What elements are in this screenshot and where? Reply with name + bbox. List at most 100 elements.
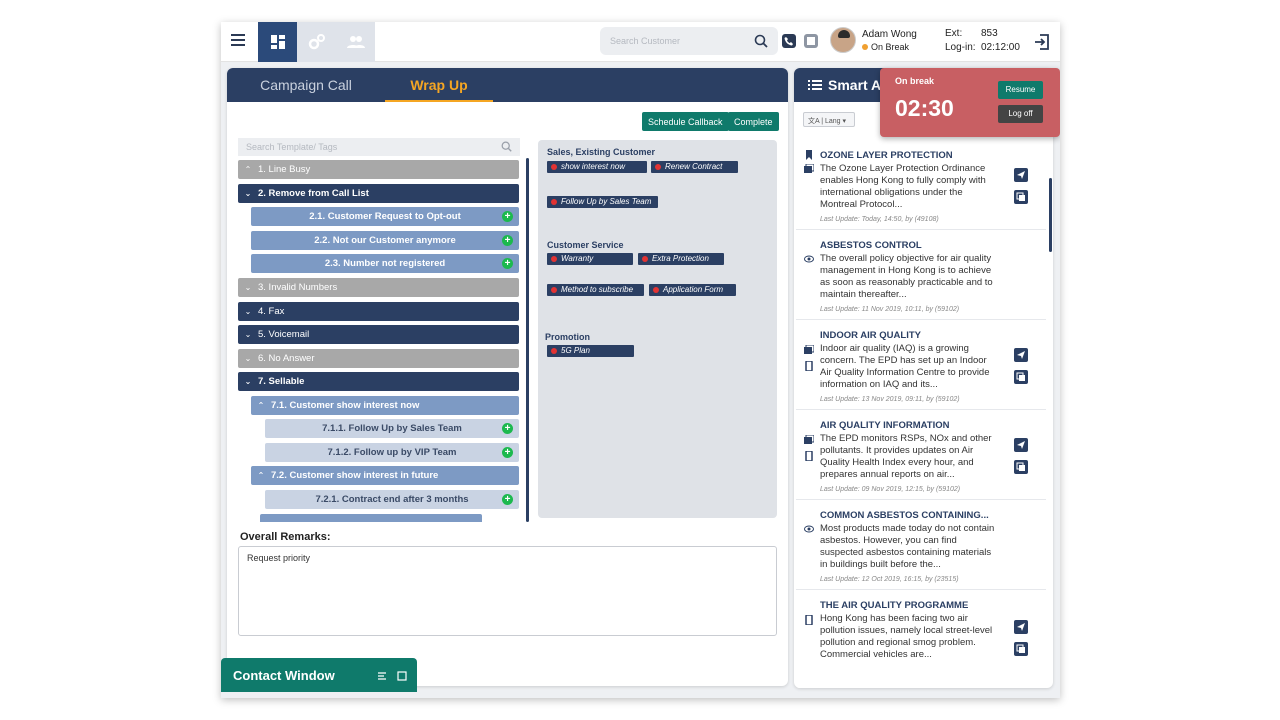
tag-chip[interactable]: show interest now: [547, 161, 647, 173]
tab-campaign-call[interactable]: Campaign Call: [227, 68, 385, 102]
kb-snippet: The EPD monitors RSPs, NOx and other pol…: [820, 433, 992, 480]
kb-meta: Last Update: 09 Nov 2019, 12:15, by (591…: [820, 486, 961, 493]
chevron-down-icon: ⌄: [244, 377, 252, 386]
window-icon[interactable]: [397, 671, 407, 681]
copy-button[interactable]: [1014, 642, 1028, 656]
kb-article[interactable]: THE AIR QUALITY PROGRAMME Hong Kong has …: [796, 592, 1046, 688]
tree-scrollbar[interactable]: [526, 158, 529, 522]
kb-article[interactable]: OZONE LAYER PROTECTION The Ozone Layer P…: [796, 142, 1046, 230]
notes-icon[interactable]: [804, 34, 818, 48]
eye-icon: [804, 525, 814, 533]
knowledge-scrollbar[interactable]: [1049, 178, 1052, 252]
kb-snippet: The Ozone Layer Protection Ordinance ena…: [820, 163, 986, 210]
tree-item[interactable]: 2.1. Customer Request to Opt-out +: [251, 207, 519, 226]
tag-chip[interactable]: Warranty: [547, 253, 633, 265]
resume-button[interactable]: Resume: [998, 81, 1043, 99]
settings-nav-button[interactable]: [297, 22, 336, 62]
tree-item-partial[interactable]: [260, 514, 482, 522]
add-icon[interactable]: +: [502, 494, 513, 505]
avatar[interactable]: [830, 27, 856, 53]
kb-title: COMMON ASBESTOS CONTAINING...: [820, 510, 989, 521]
search-icon[interactable]: [754, 34, 768, 48]
tree-item-label: 7.2. Customer show interest in future: [271, 470, 439, 481]
tree-item[interactable]: ⌄ 3. Invalid Numbers: [238, 278, 519, 297]
copy-button[interactable]: [1014, 190, 1028, 204]
top-bar: Search Customer Adam Wong On Break Ext: …: [221, 22, 1060, 62]
tree-item-label: 7.1.2. Follow up by VIP Team: [327, 447, 457, 458]
send-button[interactable]: [1014, 620, 1028, 634]
phone-icon[interactable]: [782, 34, 796, 48]
logout-icon[interactable]: [1033, 33, 1051, 51]
contact-window-tab[interactable]: Contact Window: [221, 658, 417, 692]
user-status[interactable]: On Break: [862, 42, 909, 52]
kb-title: THE AIR QUALITY PROGRAMME: [820, 600, 969, 611]
gallery-icon: [804, 345, 814, 354]
add-icon[interactable]: +: [502, 258, 513, 269]
add-icon[interactable]: +: [502, 423, 513, 434]
dashboard-nav-button[interactable]: [258, 22, 297, 62]
tree-item[interactable]: ⌃ 1. Line Busy: [238, 160, 519, 179]
tree-item[interactable]: ⌃ 7.2. Customer show interest in future: [251, 466, 519, 485]
tree-item[interactable]: 2.2. Not our Customer anymore +: [251, 231, 519, 250]
kb-meta: Last Update: 11 Nov 2019, 10:11, by (591…: [820, 306, 960, 313]
tree-item[interactable]: ⌄ 7. Sellable: [238, 372, 519, 391]
tree-item[interactable]: 2.3. Number not registered +: [251, 254, 519, 273]
send-button[interactable]: [1014, 438, 1028, 452]
tag-chip[interactable]: Method to subscribe: [547, 284, 644, 296]
gallery-icon: [804, 435, 814, 444]
login-label: Log-in:: [945, 42, 976, 53]
add-icon[interactable]: +: [502, 447, 513, 458]
tag-chip[interactable]: Extra Protection: [638, 253, 724, 265]
agent-desktop: Search Customer Adam Wong On Break Ext: …: [221, 22, 1060, 698]
tree-item[interactable]: ⌄ 4. Fax: [238, 302, 519, 321]
copy-button[interactable]: [1014, 370, 1028, 384]
language-select[interactable]: 文A | Lang ▾: [803, 112, 855, 127]
add-icon[interactable]: +: [502, 211, 513, 222]
wrap-up-panel: Campaign Call Wrap Up Schedule Callback …: [227, 68, 788, 686]
tree-item[interactable]: ⌄ 6. No Answer: [238, 349, 519, 368]
tree-item-label: 3. Invalid Numbers: [258, 282, 338, 293]
kb-article[interactable]: AIR QUALITY INFORMATION The EPD monitors…: [796, 412, 1046, 500]
tree-item-label: 1. Line Busy: [258, 164, 311, 175]
kb-title: OZONE LAYER PROTECTION: [820, 150, 953, 161]
complete-button[interactable]: Complete: [728, 112, 779, 131]
send-button[interactable]: [1014, 168, 1028, 182]
tree-item[interactable]: 7.1.2. Follow up by VIP Team +: [265, 443, 519, 462]
knowledge-list: OZONE LAYER PROTECTION The Ozone Layer P…: [794, 142, 1048, 688]
add-icon[interactable]: +: [502, 235, 513, 246]
hamburger-menu-icon[interactable]: [231, 34, 245, 46]
remarks-textarea[interactable]: Request priority: [238, 546, 777, 636]
status-dot-icon: [862, 44, 868, 50]
kb-article[interactable]: ASBESTOS CONTROL The overall policy obje…: [796, 232, 1046, 320]
eye-icon: [804, 255, 814, 263]
tree-item[interactable]: 7.1.1. Follow Up by Sales Team +: [265, 419, 519, 438]
tree-item[interactable]: ⌄ 2. Remove from Call List: [238, 184, 519, 203]
send-icon: [1017, 441, 1025, 449]
tab-wrap-up[interactable]: Wrap Up: [385, 68, 493, 102]
team-nav-button[interactable]: [336, 22, 375, 62]
tag-chip[interactable]: Renew Contract: [651, 161, 738, 173]
tree-item[interactable]: 7.2.1. Contract end after 3 months +: [265, 490, 519, 509]
tree-item[interactable]: ⌃ 7.1. Customer show interest now: [251, 396, 519, 415]
kb-article[interactable]: INDOOR AIR QUALITY Indoor air quality (I…: [796, 322, 1046, 410]
kb-title: INDOOR AIR QUALITY: [820, 330, 921, 341]
send-button[interactable]: [1014, 348, 1028, 362]
kb-meta: Last Update: 13 Nov 2019, 09:11, by (591…: [820, 396, 960, 403]
tree-item[interactable]: ⌄ 5. Voicemail: [238, 325, 519, 344]
copy-button[interactable]: [1014, 460, 1028, 474]
list-icon[interactable]: [377, 671, 387, 681]
send-icon: [1017, 351, 1025, 359]
logoff-button[interactable]: Log off: [998, 105, 1043, 123]
template-search-input[interactable]: Search Template/ Tags: [238, 138, 520, 156]
kb-title: ASBESTOS CONTROL: [820, 240, 922, 251]
users-icon: [346, 36, 365, 48]
schedule-callback-button[interactable]: Schedule Callback: [642, 112, 729, 131]
tag-chip[interactable]: Application Form: [649, 284, 736, 296]
customer-search-input[interactable]: Search Customer: [600, 27, 778, 55]
tree-item-label: 2.3. Number not registered: [324, 258, 446, 269]
tag-chip[interactable]: Follow Up by Sales Team: [547, 196, 658, 208]
kb-article[interactable]: COMMON ASBESTOS CONTAINING... Most produ…: [796, 502, 1046, 590]
search-icon[interactable]: [501, 141, 512, 152]
tag-chip[interactable]: 5G Plan: [547, 345, 634, 357]
bookmark-icon: [806, 150, 812, 160]
